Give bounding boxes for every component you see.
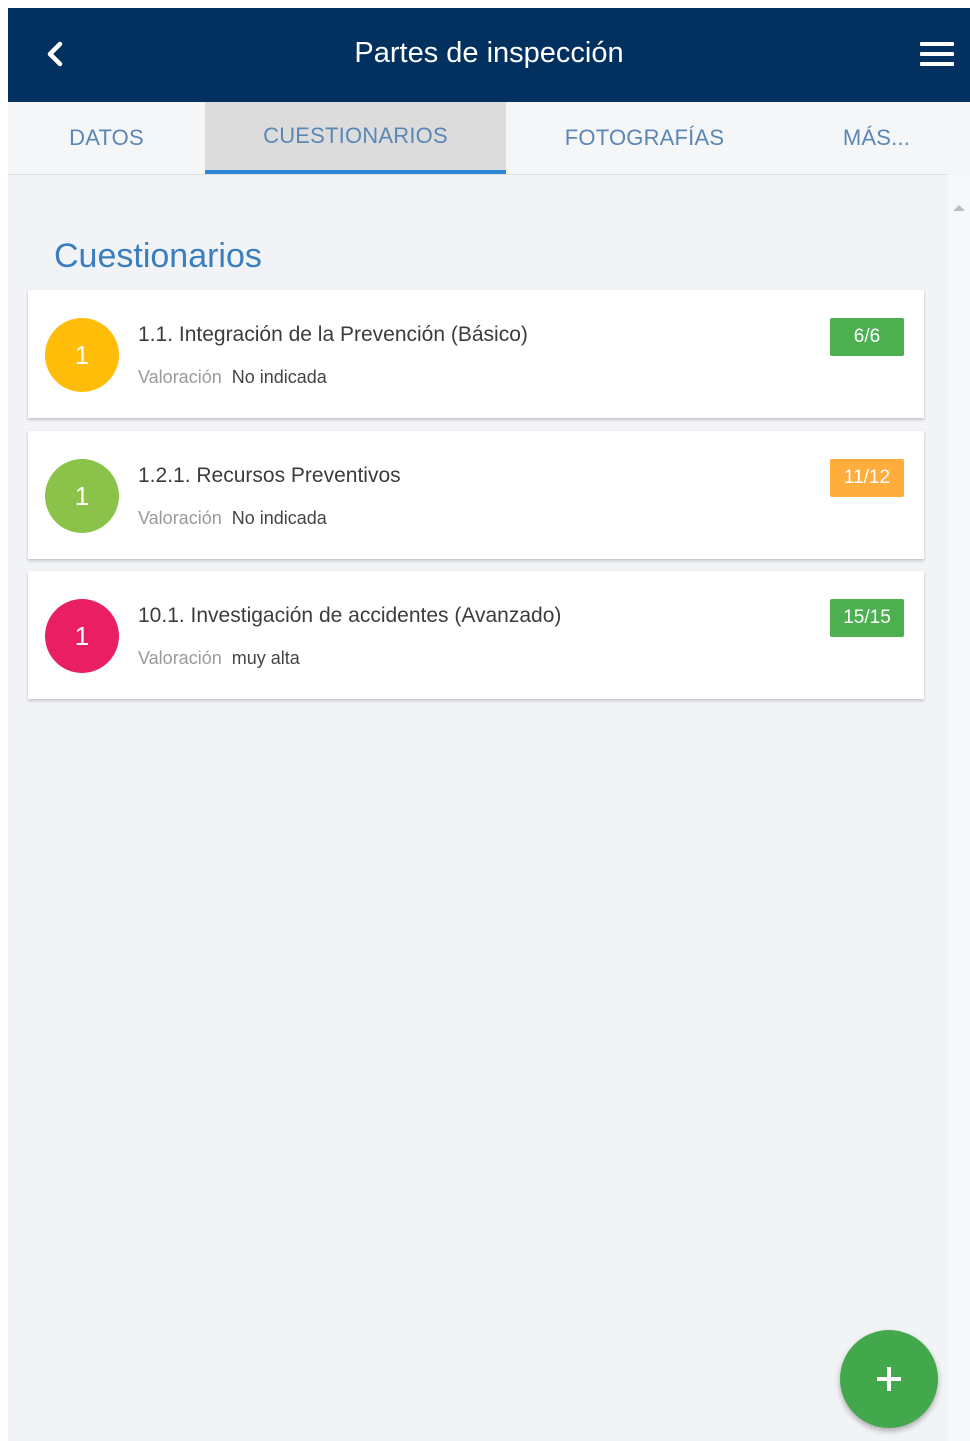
hamburger-menu-icon (920, 42, 954, 46)
count-avatar: 1 (45, 599, 119, 673)
questionnaire-title: 1.2.1. Recursos Preventivos (138, 464, 401, 487)
page-title: Partes de inspección (354, 37, 624, 69)
progress-badge: 15/15 (830, 599, 904, 637)
questionnaire-card[interactable]: 1 10.1. Investigación de accidentes (Ava… (28, 571, 924, 699)
app-screen: Partes de inspección DATOS CUESTIONARIOS… (8, 8, 970, 1441)
valoracion-label: Valoración (138, 648, 222, 668)
valoracion-row: Valoración No indicada (138, 507, 327, 529)
plus-icon (877, 1367, 901, 1391)
tab-cuestionarios[interactable]: CUESTIONARIOS (205, 102, 506, 174)
questionnaire-title: 1.1. Integración de la Prevención (Básic… (138, 323, 528, 346)
progress-badge: 6/6 (830, 318, 904, 356)
tab-mas[interactable]: MÁS... (783, 102, 970, 174)
questionnaire-card[interactable]: 1 1.1. Integración de la Prevención (Bás… (28, 290, 924, 418)
count-avatar: 1 (45, 459, 119, 533)
menu-button[interactable] (916, 36, 958, 72)
add-button[interactable] (840, 1330, 938, 1428)
count-avatar: 1 (45, 318, 119, 392)
progress-badge: 11/12 (830, 459, 904, 497)
tab-datos[interactable]: DATOS (8, 102, 205, 174)
valoracion-value: No indicada (231, 508, 327, 528)
top-app-bar: Partes de inspección (8, 8, 970, 102)
valoracion-row: Valoración muy alta (138, 647, 300, 669)
questionnaire-card[interactable]: 1 1.2.1. Recursos Preventivos Valoración… (28, 431, 924, 559)
tab-bar: DATOS CUESTIONARIOS FOTOGRAFÍAS MÁS... (8, 102, 970, 175)
tab-fotografias[interactable]: FOTOGRAFÍAS (506, 102, 783, 174)
valoracion-value: No indicada (231, 367, 327, 387)
triangle-up-icon (953, 205, 965, 211)
valoracion-row: Valoración No indicada (138, 366, 327, 388)
valoracion-label: Valoración (138, 367, 222, 387)
valoracion-label: Valoración (138, 508, 222, 528)
scrollbar[interactable] (948, 174, 970, 1441)
scroll-up-arrow[interactable] (948, 201, 970, 215)
valoracion-value: muy alta (231, 648, 300, 668)
section-title: Cuestionarios (54, 237, 262, 275)
questionnaire-title: 10.1. Investigación de accidentes (Avanz… (138, 604, 562, 627)
